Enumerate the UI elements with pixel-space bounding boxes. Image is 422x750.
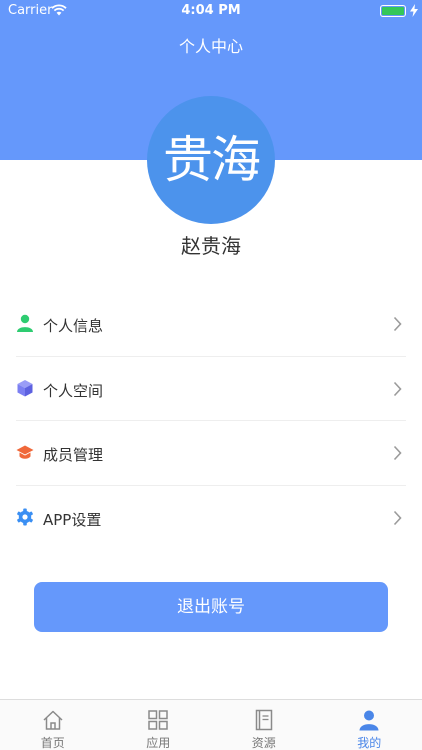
tab-label: 应用	[146, 736, 171, 750]
tab-bar: 首页 应用 资源 我的	[0, 699, 422, 750]
charging-icon	[410, 4, 418, 17]
grid-icon	[148, 710, 168, 730]
menu-item-label: 成员管理	[43, 446, 104, 464]
chevron-right-icon	[393, 381, 402, 396]
tab-label: 首页	[40, 736, 65, 750]
menu-item-label: 个人空间	[43, 381, 104, 400]
tab-apps[interactable]: 应用	[106, 700, 212, 750]
avatar[interactable]: 贵海	[147, 96, 275, 224]
settings-menu: 个人信息 个人空间 成员管理 APP设置	[16, 292, 406, 550]
menu-item-personal-space[interactable]: 个人空间	[16, 357, 406, 421]
tab-mine[interactable]: 我的	[317, 700, 422, 750]
chevron-right-icon	[393, 510, 402, 525]
chevron-right-icon	[393, 445, 402, 461]
tab-home[interactable]: 首页	[0, 700, 106, 750]
menu-item-label: APP设置	[43, 510, 102, 529]
menu-item-app-settings[interactable]: APP设置	[16, 486, 406, 551]
graduation-cap-icon	[16, 445, 34, 459]
logout-button[interactable]: 退出账号	[34, 582, 388, 632]
status-time: 4:04 PM	[181, 3, 241, 18]
menu-item-personal-info[interactable]: 个人信息	[16, 292, 406, 357]
user-name: 赵贵海	[181, 234, 241, 258]
battery-icon	[380, 5, 406, 17]
cube-icon	[17, 379, 33, 396]
tab-resources[interactable]: 资源	[211, 700, 317, 750]
chevron-right-icon	[393, 316, 402, 332]
user-icon	[17, 314, 33, 332]
tab-label: 资源	[251, 736, 276, 750]
gear-icon	[17, 508, 33, 525]
menu-item-member-management[interactable]: 成员管理	[16, 421, 406, 486]
tab-label: 我的	[357, 736, 382, 750]
avatar-text: 贵海	[163, 131, 261, 189]
status-bar: Carrier 4:04 PM	[0, 0, 422, 22]
page-title: 个人中心	[178, 37, 243, 56]
home-icon	[43, 710, 63, 730]
profile-icon	[359, 710, 379, 731]
book-icon	[255, 709, 272, 731]
menu-item-label: 个人信息	[43, 317, 104, 335]
